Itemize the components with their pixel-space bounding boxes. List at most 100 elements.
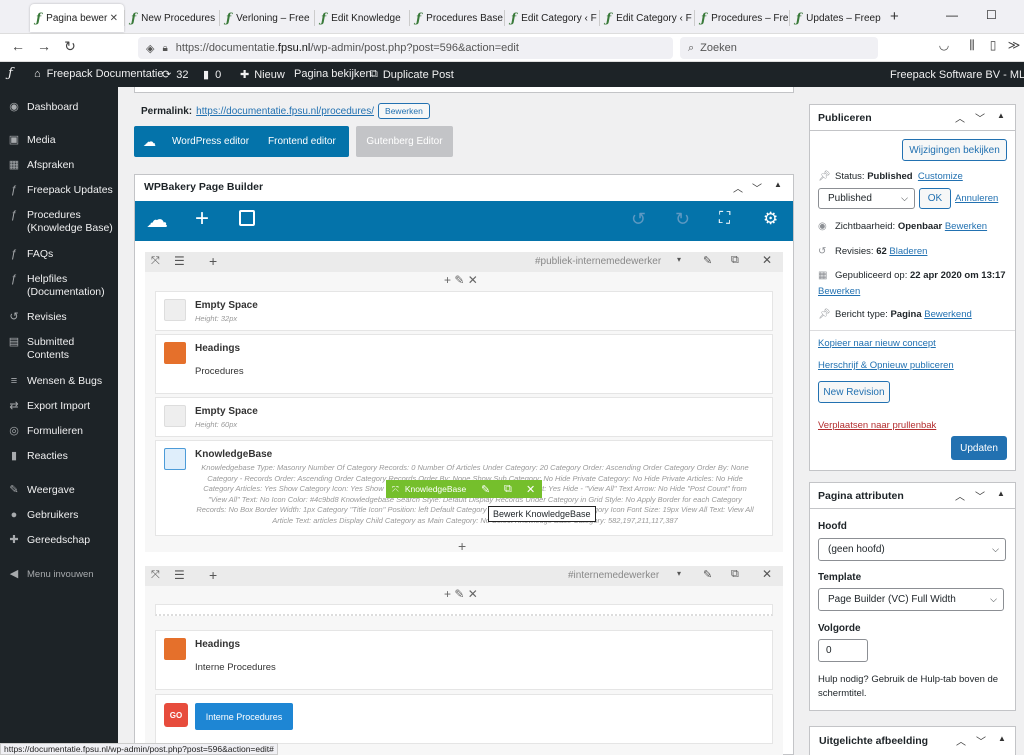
browse-revisions-link[interactable]: Bladeren [889, 246, 927, 257]
edit-pencil-icon[interactable]: ✎ [703, 254, 712, 267]
chevron-up-icon[interactable]: ︿ [956, 733, 966, 748]
add-column-icon[interactable]: + [209, 253, 217, 269]
preview-changes-button[interactable]: Wijzigingen bekijken [902, 139, 1007, 161]
drag-handle-icon[interactable]: ⤧ [151, 255, 160, 268]
duplicate-post-link[interactable]: ⧉ Duplicate Post [370, 68, 454, 81]
undo-icon[interactable]: ↺ [631, 209, 646, 230]
edit-pencil-icon[interactable]: ✎ [703, 568, 712, 581]
sidebar-toggle-icon[interactable]: ▯ [983, 38, 1003, 52]
type-edit-link[interactable]: Bewerkend [924, 309, 972, 320]
back-arrow-icon[interactable]: ← [8, 38, 28, 54]
element-empty-space-2[interactable]: Empty Space Height: 60px [155, 397, 773, 437]
sidebar-item-afspraken[interactable]: ▦ Afspraken [0, 159, 118, 172]
sidebar-item-revisies[interactable]: ↺ Revisies [0, 311, 118, 324]
chevron-down-icon[interactable]: ﹀ [975, 488, 985, 503]
chevron-up-icon[interactable]: ︿ [955, 110, 965, 125]
published-edit-link[interactable]: Bewerken [818, 286, 860, 297]
chevron-up-icon[interactable]: ︿ [955, 488, 965, 503]
collapse-triangle-icon[interactable]: ▲ [998, 734, 1006, 743]
element-headings-2[interactable]: Headings Interne Procedures [155, 630, 773, 690]
browser-tab[interactable]: ƒ Edit Knowledge [315, 4, 409, 32]
account-link[interactable]: Freepack Software BV - MLƒ [890, 68, 1024, 81]
column-layout-icon[interactable]: ☰ [174, 254, 185, 268]
new-revision-button[interactable]: New Revision [818, 381, 890, 403]
browser-tab[interactable]: ƒ Verloning – Free [220, 4, 314, 32]
updates-link[interactable]: ⟳ 32 [162, 68, 188, 82]
toolbar-delete-icon[interactable]: ✕ [526, 483, 535, 496]
sidebar-item-dashboard[interactable]: ◉ Dashboard [0, 101, 118, 114]
clone-icon[interactable]: ⧉ [731, 568, 739, 581]
trash-link[interactable]: Verplaatsen naar prullenbak [818, 420, 936, 431]
new-tab-button[interactable]: + [890, 8, 899, 25]
sidebar-item-formulieren[interactable]: ◎ Formulieren [0, 425, 118, 438]
sidebar-item-reacties[interactable]: ▮ Reacties [0, 450, 118, 463]
sidebar-item-gereedschap[interactable]: ✚ Gereedschap [0, 534, 118, 547]
add-element-icon[interactable]: + [195, 205, 209, 233]
reload-icon[interactable]: ↻ [60, 38, 80, 55]
close-tab-icon[interactable]: ✕ [110, 13, 118, 24]
sidebar-item-submitted[interactable]: ▤ Submitted Contents [0, 336, 118, 362]
forward-arrow-icon[interactable]: → [34, 38, 54, 54]
sidebar-item-freepack-updates[interactable]: ƒ Freepack Updates [0, 184, 118, 197]
rewrite-republish-link[interactable]: Herschrijf & Opnieuw publiceren [818, 360, 954, 371]
pocket-icon[interactable]: ◡ [934, 38, 954, 52]
permalink-url[interactable]: https://documentatie.fpsu.nl/procedures/ [196, 106, 374, 117]
collapse-triangle-icon[interactable]: ▲ [997, 489, 1005, 498]
redo-icon[interactable]: ↻ [675, 209, 690, 230]
order-input[interactable]: 0 [818, 639, 868, 662]
permalink-edit-button[interactable]: Bewerken [378, 103, 430, 119]
search-input[interactable]: ⌕ Zoeken [680, 37, 878, 59]
url-bar[interactable]: ◈ 🔒︎ https://documentatie. fpsu.nl/wp-adm… [138, 37, 673, 59]
copy-draft-link[interactable]: Kopieer naar nieuw concept [818, 338, 936, 349]
collapse-triangle-icon[interactable]: ▲ [997, 111, 1005, 120]
row-toggle-icon[interactable]: ▾ [677, 255, 681, 264]
templates-icon[interactable] [239, 210, 255, 226]
frontend-editor-button[interactable]: Frontend editor [268, 136, 336, 147]
admin-site-link[interactable]: ⌂ Freepack Documentatie [34, 68, 163, 80]
column-controls[interactable]: + ✎ ✕ [444, 273, 478, 287]
column-controls[interactable]: + ✎ ✕ [444, 587, 478, 601]
browser-tab[interactable]: ƒ Edit Category ‹ F [600, 4, 694, 32]
chevron-down-icon[interactable]: ﹀ [975, 110, 985, 125]
minimize-icon[interactable]: — [946, 8, 958, 22]
status-select[interactable]: Published ⌵ [818, 188, 915, 209]
freepack-logo-icon[interactable]: ƒ [8, 66, 13, 81]
element-empty-space-1[interactable]: Empty Space Height: 32px [155, 291, 773, 331]
new-content-link[interactable]: ✚ Nieuw [240, 68, 285, 82]
element-spacer[interactable] [155, 604, 773, 616]
chevron-up-icon[interactable]: ︿ [733, 180, 743, 195]
browser-tab[interactable]: ƒ Updates – Freep [790, 4, 884, 32]
settings-gear-icon[interactable]: ⚙ [763, 209, 778, 229]
delete-x-icon[interactable]: ✕ [762, 567, 772, 581]
gutenberg-editor-button[interactable]: Gutenberg Editor [356, 126, 453, 157]
parent-select[interactable]: (geen hoofd) ⌵ [818, 538, 1006, 561]
sidebar-item-faqs[interactable]: ƒ FAQs [0, 248, 118, 261]
sidebar-item-gebruikers[interactable]: ● Gebruikers [0, 509, 118, 522]
sidebar-item-export-import[interactable]: ⇄ Export Import [0, 400, 118, 413]
element-button[interactable]: GO Interne Procedures [155, 694, 773, 744]
sidebar-item-media[interactable]: ▣ Media [0, 134, 118, 147]
chevron-down-icon[interactable]: ﹀ [976, 733, 986, 748]
add-element-plus-icon[interactable]: + [458, 538, 466, 554]
cancel-link[interactable]: Annuleren [955, 193, 998, 204]
clone-icon[interactable]: ⧉ [731, 254, 739, 267]
column-layout-icon[interactable]: ☰ [174, 568, 185, 582]
collapse-triangle-icon[interactable]: ▲ [774, 180, 782, 189]
maximize-icon[interactable]: ☐ [986, 8, 997, 22]
wordpress-editor-button[interactable]: WordPress editor [172, 136, 249, 147]
comments-link[interactable]: ▮ 0 [203, 68, 221, 82]
view-page-link[interactable]: Pagina bekijken [294, 68, 372, 80]
browser-tab-active[interactable]: ƒ Pagina bewer ✕ [30, 4, 124, 32]
toolbar-clone-icon[interactable]: ⧉ [504, 483, 512, 496]
visibility-edit-link[interactable]: Bewerken [945, 221, 987, 232]
delete-x-icon[interactable]: ✕ [762, 253, 772, 267]
chevron-down-icon[interactable]: ﹀ [752, 180, 762, 195]
sidebar-item-wensen-bugs[interactable]: ≡ Wensen & Bugs [0, 375, 118, 388]
vc-logo-icon[interactable]: ☁ [146, 207, 168, 233]
element-headings-1[interactable]: Headings Procedures [155, 334, 773, 394]
browser-tab[interactable]: ƒ Edit Category ‹ F [505, 4, 599, 32]
toolbar-edit-icon[interactable]: ✎ [481, 483, 490, 496]
interne-procedures-button[interactable]: Interne Procedures [195, 703, 293, 730]
ok-button[interactable]: OK [919, 188, 951, 209]
sidebar-item-helpfiles[interactable]: ƒ Helpfiles (Documentation) [0, 273, 118, 299]
